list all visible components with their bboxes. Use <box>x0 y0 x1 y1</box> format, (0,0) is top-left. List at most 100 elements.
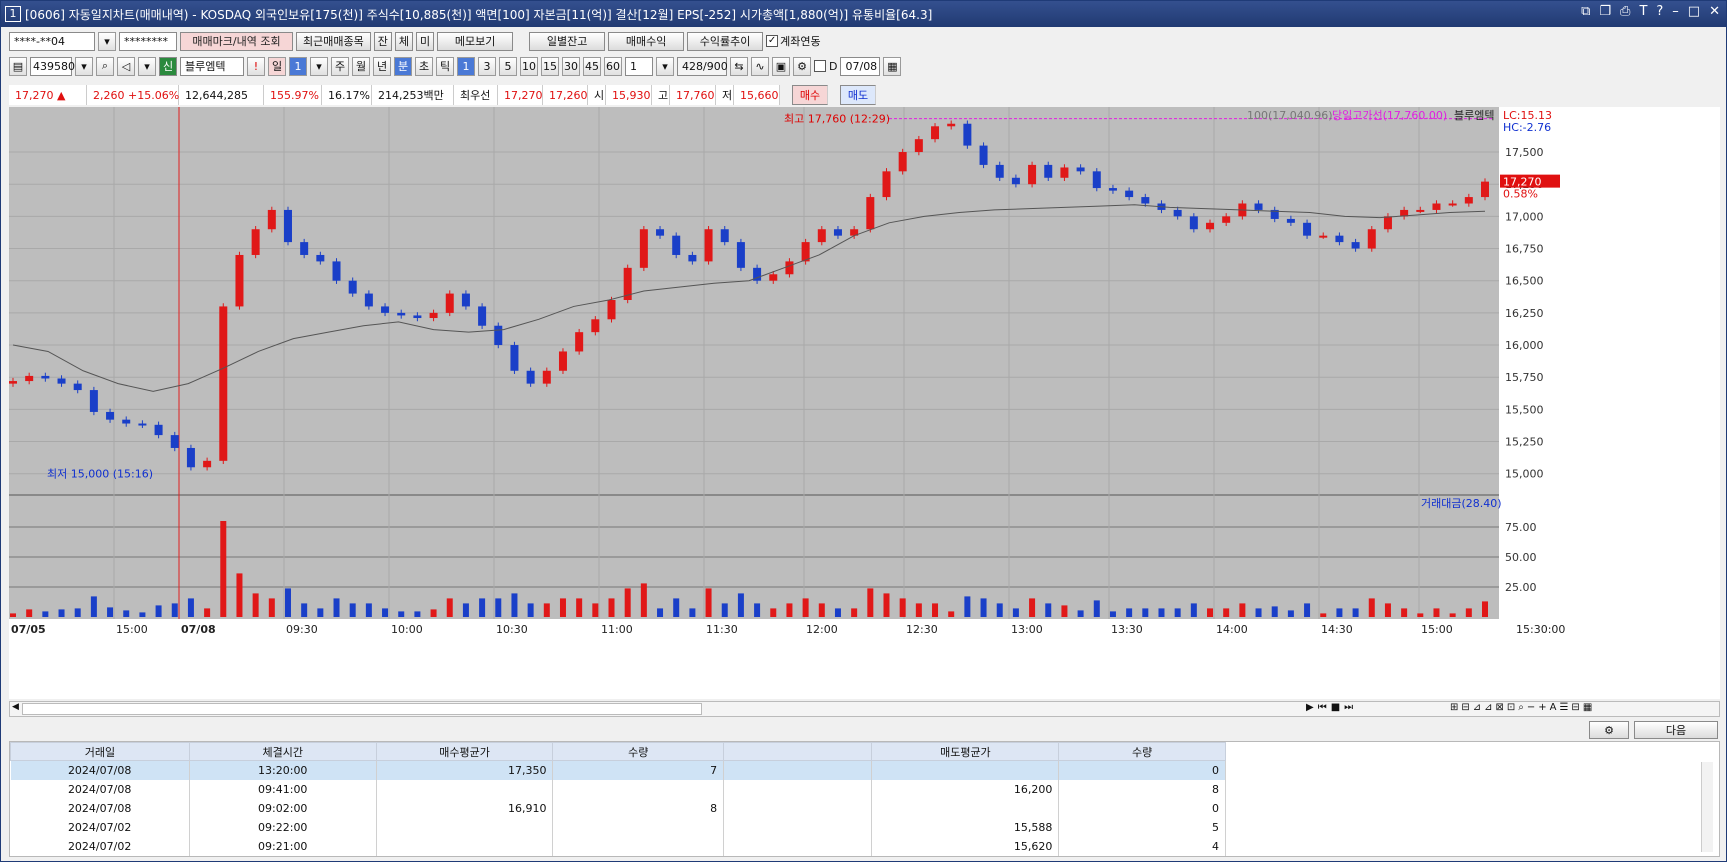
candle <box>1173 209 1182 217</box>
table-row[interactable]: 2024/07/08 09:02:00 16,910 8 0 <box>10 798 1226 818</box>
interval-30[interactable]: 30 <box>562 56 580 76</box>
volume-bar <box>705 588 712 617</box>
period-month[interactable]: 월 <box>352 56 370 76</box>
period-second[interactable]: 초 <box>415 56 433 76</box>
code-dropdown-icon[interactable]: ▾ <box>75 56 93 76</box>
col-sell-qty[interactable]: 수량 <box>1058 742 1226 761</box>
price-chart[interactable]: 17,50017,25017,00016,75016,50016,25016,0… <box>9 107 1720 699</box>
close-icon[interactable]: ✕ <box>1709 4 1720 19</box>
candle <box>542 370 551 384</box>
help-icon[interactable]: ? <box>1656 4 1663 19</box>
date-checkbox[interactable] <box>814 60 826 72</box>
recent-trades-button[interactable]: 최근매매종목 <box>296 31 371 51</box>
balance-button[interactable]: 잔 <box>373 31 392 51</box>
turnover: 16.17% <box>322 85 372 105</box>
candle <box>1060 167 1069 178</box>
account-dropdown-icon[interactable]: ▾ <box>98 31 116 51</box>
checkbox-icon[interactable]: ✓ <box>766 35 779 47</box>
period-minute[interactable]: 분 <box>394 56 412 76</box>
volume-bar <box>948 611 955 617</box>
table-row[interactable]: 2024/07/08 09:41:00 16,200 8 <box>10 779 1226 799</box>
memo-button[interactable]: 메모보기 <box>437 31 514 51</box>
search-icon[interactable]: ⌕ <box>96 56 114 76</box>
copy-icon[interactable]: ❐ <box>1599 4 1611 19</box>
table-cell: 2024/07/08 <box>10 798 190 818</box>
candle <box>445 293 454 313</box>
interval-10[interactable]: 10 <box>520 56 538 76</box>
chart-scrollbar[interactable]: ◀ ▶⏮■⏭ ⊞⊟⊿⊿⊠⊡⌕−+A☰⊟▦ <box>9 701 1720 717</box>
period-value[interactable]: 1 <box>289 56 307 76</box>
panel-icon[interactable]: ▤ <box>9 56 27 76</box>
stock-code-input[interactable]: 439580 <box>30 56 75 76</box>
chart-style-icon[interactable]: ∿ <box>751 56 769 76</box>
daily-balance-button[interactable]: 일별잔고 <box>529 31 606 51</box>
scroll-thumb[interactable] <box>22 703 702 715</box>
trade-profit-button[interactable]: 매매수익 <box>608 31 685 51</box>
settings-button[interactable]: ⚙ <box>1589 721 1629 739</box>
unexecuted-button[interactable]: 미 <box>415 31 435 51</box>
table-scrollbar[interactable] <box>1701 762 1713 852</box>
x-tick-label: 09:30 <box>286 623 318 636</box>
count-dropdown-icon[interactable]: ▾ <box>656 56 674 76</box>
sell-button[interactable]: 매도 <box>840 85 876 105</box>
col-buy-avg[interactable]: 매수평균가 <box>375 742 554 761</box>
table-cell: 17,350 <box>376 760 554 780</box>
volume-bar <box>996 603 1003 617</box>
print-icon[interactable]: ⎙ <box>1620 4 1630 19</box>
col-buy-qty[interactable]: 수량 <box>552 742 725 761</box>
calendar-icon[interactable]: ▦ <box>883 56 902 76</box>
password-field[interactable]: ******** <box>119 31 177 51</box>
playback-controls[interactable]: ▶⏮■⏭ <box>1306 702 1357 713</box>
interval-45[interactable]: 45 <box>583 56 601 76</box>
candle <box>316 254 325 262</box>
font-icon[interactable]: T <box>1639 4 1647 19</box>
settings-icon[interactable]: ⚙ <box>793 56 811 76</box>
period-day[interactable]: 일 <box>268 56 286 76</box>
col-time[interactable]: 체결시간 <box>188 742 377 761</box>
scroll-left-icon[interactable]: ◀ <box>12 702 19 712</box>
account-select[interactable]: ****-**04 <box>9 31 95 51</box>
sound-dropdown-icon[interactable]: ▾ <box>138 56 156 76</box>
executed-button[interactable]: 체 <box>394 31 413 51</box>
table-cell: 16,200 <box>871 779 1060 799</box>
volume-bar <box>1336 608 1343 617</box>
period-year[interactable]: 년 <box>373 56 391 76</box>
table-cell: 09:02:00 <box>189 798 377 818</box>
interval-5[interactable]: 5 <box>499 56 517 76</box>
interval-15[interactable]: 15 <box>541 56 559 76</box>
volume-bar <box>333 598 340 617</box>
buy-button[interactable]: 매수 <box>792 85 828 105</box>
interval-3[interactable]: 3 <box>478 56 496 76</box>
minimize-icon[interactable]: – <box>1672 4 1679 19</box>
volume-bar <box>1465 608 1472 617</box>
table-row[interactable]: 2024/07/08 13:20:00 17,350 7 0 <box>10 760 1226 780</box>
trade-mark-query-button[interactable]: 매매마크/내역 조회 <box>180 31 293 51</box>
next-button[interactable]: 다음 <box>1634 721 1718 739</box>
period-tick[interactable]: 틱 <box>436 56 454 76</box>
candle <box>1028 164 1037 185</box>
period-dropdown-icon[interactable]: ▾ <box>310 56 328 76</box>
period-week[interactable]: 주 <box>331 56 349 76</box>
alert-icon[interactable]: ! <box>247 56 265 76</box>
volume-bar <box>107 607 114 617</box>
link-icon[interactable]: ⧉ <box>1581 4 1590 19</box>
date-input[interactable]: 07/08 <box>840 56 881 76</box>
chart-tools[interactable]: ⊞⊟⊿⊿⊠⊡⌕−+A☰⊟▦ <box>1450 702 1595 713</box>
maximize-icon[interactable]: □ <box>1688 4 1700 19</box>
speaker-icon[interactable]: ◁ <box>117 56 135 76</box>
interval-1[interactable]: 1 <box>457 56 475 76</box>
save-icon[interactable]: ▣ <box>772 56 790 76</box>
table-row[interactable]: 2024/07/02 09:21:00 15,620 4 <box>10 836 1226 856</box>
col-sell-avg[interactable]: 매도평균가 <box>871 742 1060 761</box>
table-row[interactable]: 2024/07/02 09:22:00 15,588 5 <box>10 817 1226 837</box>
x-tick-label: 12:30 <box>906 623 938 636</box>
volume-bar <box>462 603 469 617</box>
col-date[interactable]: 거래일 <box>10 742 190 761</box>
count-input[interactable]: 1 <box>625 56 653 76</box>
candle <box>478 306 487 326</box>
chart-tool-icon[interactable]: ⇆ <box>730 56 748 76</box>
candle <box>41 375 50 379</box>
profit-trend-button[interactable]: 수익률추이 <box>687 31 764 51</box>
account-link-checkbox[interactable]: ✓ 계좌연동 <box>766 33 821 49</box>
interval-60[interactable]: 60 <box>604 56 622 76</box>
